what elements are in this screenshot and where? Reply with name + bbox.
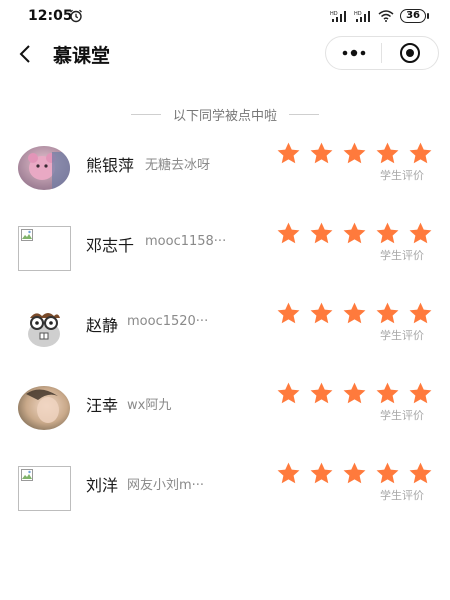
star-icon	[277, 302, 300, 324]
close-button[interactable]	[382, 37, 437, 69]
star-icon	[343, 142, 366, 164]
rating-label: 学生评价	[380, 169, 424, 182]
avatar	[18, 306, 70, 350]
svg-text:HD: HD	[330, 11, 338, 17]
star-icon	[409, 222, 432, 244]
photo-avatar-icon	[18, 386, 70, 430]
avatar	[18, 466, 71, 511]
star-icon	[376, 462, 399, 484]
star-icon	[376, 302, 399, 324]
battery-icon: 36	[400, 9, 429, 23]
nav-bar: 慕课堂	[0, 32, 450, 76]
rating-label: 学生评价	[380, 329, 424, 342]
svg-text:HD: HD	[354, 11, 362, 17]
student-list: 熊银萍 无糖去冰呀 学生评价 邓志千 mooc1158··· 学生评价 赵静 m…	[0, 140, 450, 540]
star-icon	[376, 142, 399, 164]
star-icon	[310, 142, 333, 164]
student-row: 邓志千 mooc1158··· 学生评价	[0, 220, 450, 300]
student-row: 汪幸 wx阿九 学生评价	[0, 380, 450, 460]
star-icon	[376, 382, 399, 404]
student-name: 邓志千	[86, 236, 135, 255]
star-icon	[409, 142, 432, 164]
student-nickname: wx阿九	[127, 398, 172, 413]
star-rating	[276, 301, 433, 329]
section-title: 以下同学被点中啦	[0, 104, 450, 124]
star-icon	[310, 302, 333, 324]
star-rating	[276, 461, 433, 489]
close-target-icon	[399, 43, 420, 63]
star-rating	[276, 381, 433, 409]
student-name: 熊银萍	[86, 156, 135, 175]
student-nickname: mooc1520···	[127, 314, 209, 329]
star-icon	[310, 382, 333, 404]
pink-bear-avatar-icon	[18, 146, 70, 190]
star-icon	[409, 462, 432, 484]
wifi-icon	[378, 10, 394, 22]
status-bar: 12:05 HD HD 36	[0, 0, 450, 32]
avatar	[18, 386, 70, 430]
star-icon	[310, 222, 333, 244]
page-title: 慕课堂	[53, 45, 111, 67]
broken-image-icon	[21, 469, 33, 481]
student-row: 赵静 mooc1520··· 学生评价	[0, 300, 450, 380]
more-button[interactable]	[326, 37, 381, 69]
student-nickname: 无糖去冰呀	[145, 158, 211, 173]
avatar	[18, 226, 71, 271]
rating-label: 学生评价	[380, 489, 424, 502]
status-icons: HD HD 36	[330, 9, 429, 23]
star-icon	[376, 222, 399, 244]
alarm-icon	[70, 9, 82, 23]
divider-line	[130, 113, 161, 115]
star-rating	[276, 141, 433, 169]
star-icon	[409, 302, 432, 324]
hd-signal-icon: HD	[354, 11, 371, 22]
star-icon	[343, 222, 366, 244]
student-nickname: mooc1158···	[145, 234, 227, 249]
status-time: 12:05	[28, 8, 73, 24]
divider-line	[289, 113, 319, 115]
hd-signal-icon: HD	[330, 11, 347, 22]
star-icon	[310, 462, 333, 484]
student-nickname: 网友小刘m···	[127, 478, 205, 493]
star-icon	[277, 382, 300, 404]
student-name: 赵静	[86, 316, 119, 335]
section-title-text: 以下同学被点中啦	[172, 108, 277, 124]
avatar	[18, 146, 70, 190]
more-dots-icon	[342, 49, 365, 57]
student-row: 熊银萍 无糖去冰呀 学生评价	[0, 140, 450, 220]
star-rating	[276, 221, 433, 249]
star-icon	[343, 302, 366, 324]
cartoon-glasses-avatar-icon	[18, 306, 70, 350]
star-icon	[277, 142, 300, 164]
rating-label: 学生评价	[380, 409, 424, 422]
broken-image-icon	[21, 229, 33, 241]
student-row: 刘洋 网友小刘m··· 学生评价	[0, 460, 450, 540]
star-icon	[277, 462, 300, 484]
student-name: 刘洋	[86, 476, 119, 495]
star-icon	[409, 382, 432, 404]
rating-label: 学生评价	[380, 249, 424, 262]
star-icon	[343, 462, 366, 484]
mini-program-capsule	[325, 36, 439, 70]
star-icon	[343, 382, 366, 404]
star-icon	[277, 222, 300, 244]
back-arrow-icon[interactable]	[15, 43, 37, 65]
student-name: 汪幸	[86, 396, 119, 415]
